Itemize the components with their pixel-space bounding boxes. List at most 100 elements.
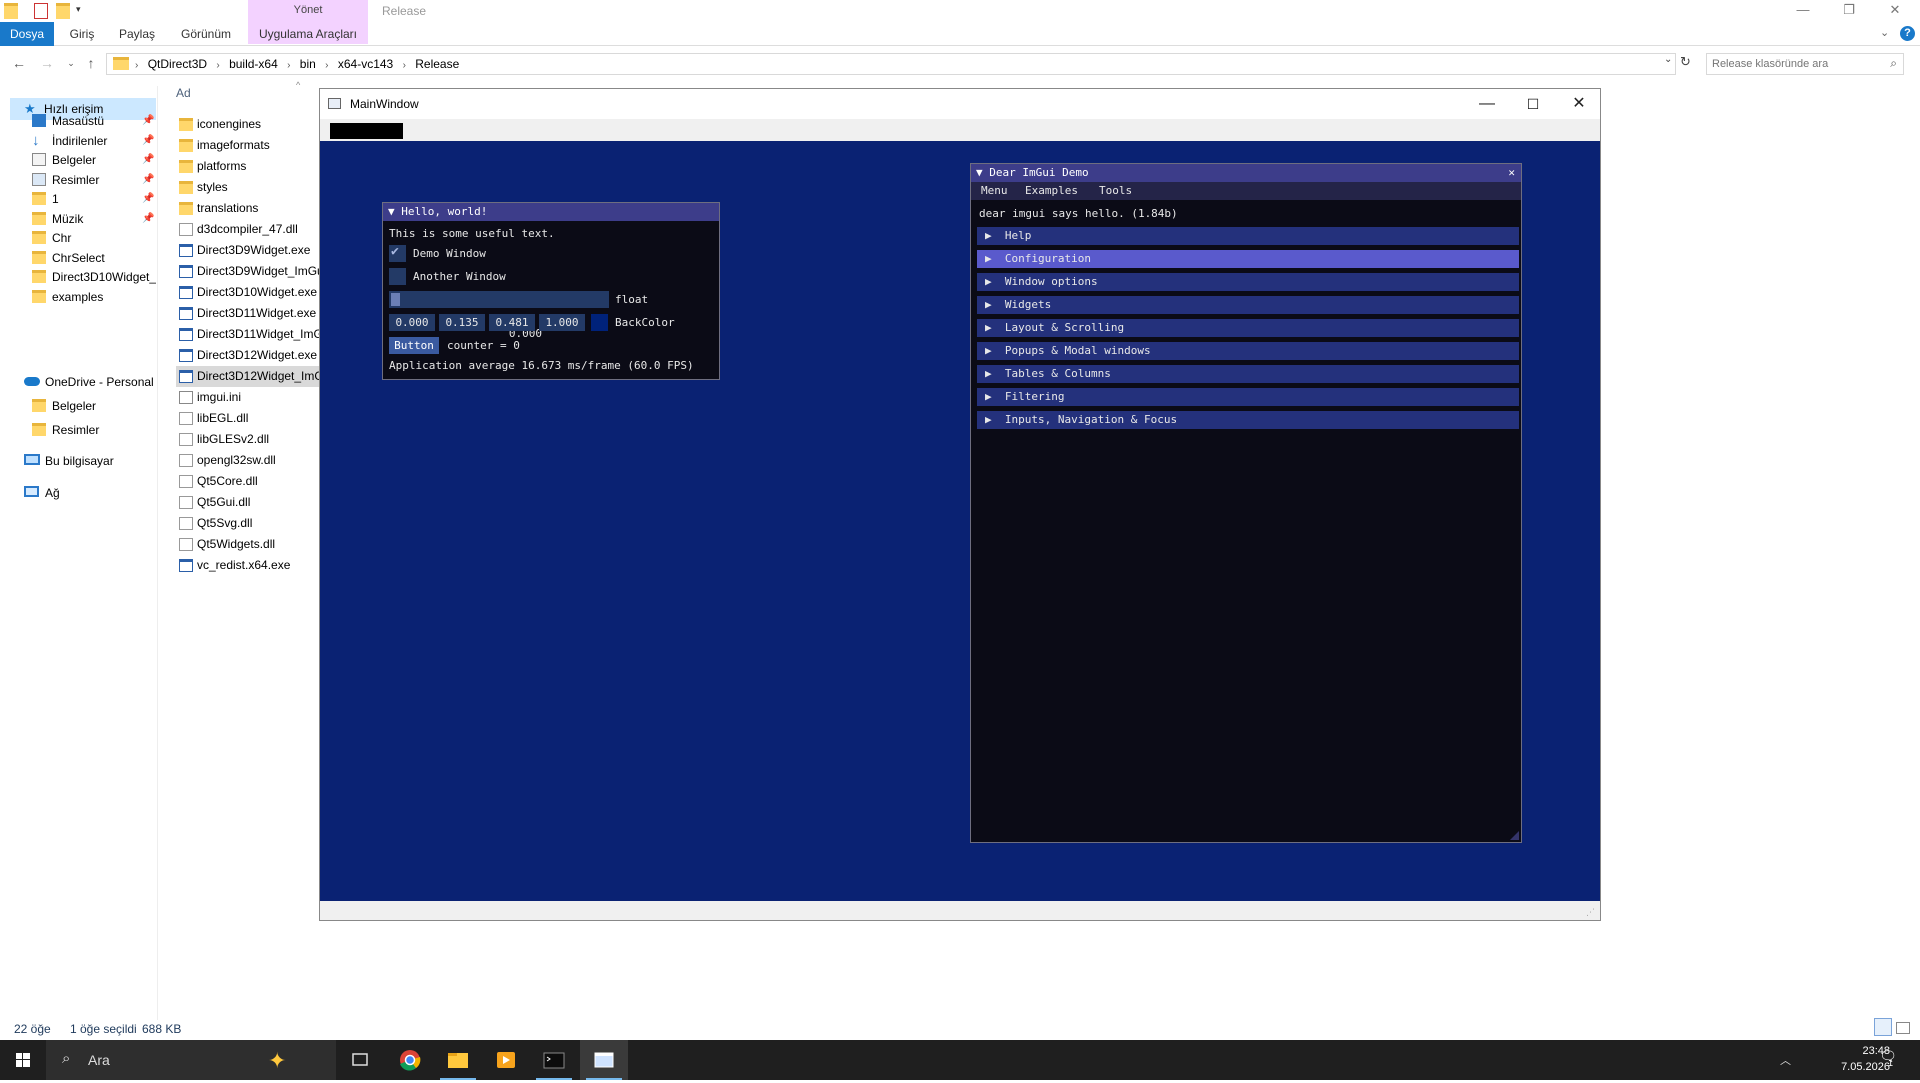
file-row[interactable]: Qt5Gui.dll [176, 492, 326, 513]
tab-app-tools[interactable]: Uygulama Araçları [250, 22, 366, 46]
nav-network[interactable]: Ağ [0, 482, 156, 504]
restore-button[interactable]: ❐ [1826, 0, 1872, 22]
column-header-name[interactable]: Ad [176, 86, 191, 100]
file-row[interactable]: Qt5Core.dll [176, 471, 326, 492]
task-view-button[interactable] [336, 1040, 384, 1080]
hello-window-title[interactable]: ▼ Hello, world! [383, 203, 719, 221]
float-slider[interactable]: 0.000 [389, 291, 609, 340]
nav-item-9[interactable]: examples [0, 286, 156, 308]
notification-center-button[interactable]: 🗨 1 [1876, 1048, 1900, 1072]
file-row[interactable]: Direct3D10Widget.exe [176, 282, 326, 303]
breadcrumb-qtdirect3d[interactable]: QtDirect3D [148, 57, 207, 71]
large-icons-view-icon[interactable] [1896, 1022, 1910, 1034]
another-window-checkbox[interactable] [389, 268, 406, 285]
color-a-input[interactable]: 1.000 [539, 314, 585, 331]
file-row[interactable]: iconengines [176, 114, 326, 135]
menu-tools[interactable]: Tools [1099, 182, 1132, 200]
address-bar[interactable]: › QtDirect3D › build-x64 › bin › x64-vc1… [106, 53, 1676, 75]
ribbon-expand-icon[interactable]: ⌄ [1880, 26, 1889, 39]
file-row[interactable]: libEGL.dll [176, 408, 326, 429]
breadcrumb-bin[interactable]: bin [300, 57, 316, 71]
up-arrow-icon[interactable]: ↑ [82, 54, 100, 72]
toolbar-widget[interactable] [330, 123, 403, 139]
collapsing-header[interactable]: ▶ Configuration [977, 250, 1519, 268]
tray-chevron-up-icon[interactable]: ︿ [1780, 1052, 1791, 1068]
search-input[interactable] [1712, 54, 1882, 74]
file-row[interactable]: Direct3D9Widget.exe [176, 240, 326, 261]
file-row[interactable]: Qt5Svg.dll [176, 513, 326, 534]
details-view-icon[interactable] [1874, 1018, 1892, 1036]
terminal-button[interactable] [530, 1040, 578, 1080]
collapsing-header[interactable]: ▶ Layout & Scrolling [977, 319, 1519, 337]
collapsing-header[interactable]: ▶ Tables & Columns [977, 365, 1519, 383]
taskbar-search[interactable]: ⌕ Ara ✦ [46, 1040, 336, 1080]
main-window-titlebar[interactable]: MainWindow — ☐ ✕ [320, 89, 1600, 119]
imgui-hello-window[interactable]: ▼ Hello, world! This is some useful text… [382, 202, 720, 380]
properties-icon[interactable] [34, 3, 48, 19]
demo-window-title[interactable]: ▼ Dear ImGui Demo [971, 164, 1521, 182]
tab-view[interactable]: Görünüm [174, 22, 238, 46]
demo-window-checkbox[interactable]: ✔ [389, 244, 406, 262]
nav-item-2[interactable]: Belgeler 📌 [0, 149, 156, 171]
file-row[interactable]: imageformats [176, 135, 326, 156]
breadcrumb-release[interactable]: Release [415, 57, 459, 71]
help-icon[interactable]: ? [1900, 26, 1915, 41]
nav-onedrive-documents[interactable]: Belgeler [0, 395, 156, 417]
file-row[interactable]: opengl32sw.dll [176, 450, 326, 471]
slider-grab[interactable] [391, 293, 400, 306]
collapsing-header[interactable]: ▶ Widgets [977, 296, 1519, 314]
nav-item-6[interactable]: Chr [0, 227, 156, 249]
resize-grip-icon[interactable] [1510, 831, 1519, 840]
nav-this-pc[interactable]: Bu bilgisayar [0, 450, 156, 472]
file-row[interactable]: Direct3D12Widget_ImG [176, 366, 326, 387]
color-g-input[interactable]: 0.135 [439, 314, 485, 331]
back-arrow-icon[interactable]: ← [10, 54, 28, 72]
nav-item-4[interactable]: 1 📌 [0, 188, 156, 210]
collapsing-header[interactable]: ▶ Popups & Modal windows [977, 342, 1519, 360]
qat-dropdown-icon[interactable]: ▾ [76, 4, 81, 15]
chrome-button[interactable] [386, 1040, 434, 1080]
demo-close-icon[interactable]: ✕ [1508, 166, 1515, 179]
d3d-render-canvas[interactable]: ▼ Hello, world! This is some useful text… [320, 141, 1600, 901]
size-grip-icon[interactable]: ⋰ [1586, 907, 1595, 918]
tab-share[interactable]: Paylaş [112, 22, 162, 46]
nav-item-0[interactable]: Masaüstü 📌 [0, 110, 156, 132]
file-row[interactable]: translations [176, 198, 326, 219]
address-dropdown-icon[interactable]: ⌄ [1664, 54, 1672, 65]
nav-onedrive-pictures[interactable]: Resimler [0, 419, 156, 441]
file-row[interactable]: styles [176, 177, 326, 198]
mainwindow-app-button[interactable] [580, 1040, 628, 1080]
minimize-button[interactable]: — [1780, 0, 1826, 22]
file-row[interactable]: Direct3D11Widget.exe [176, 303, 326, 324]
collapsing-header[interactable]: ▶ Help [977, 227, 1519, 245]
mw-minimize-button[interactable]: — [1464, 89, 1510, 119]
file-row[interactable]: imgui.ini [176, 387, 326, 408]
menu-examples[interactable]: Examples [1025, 182, 1078, 200]
start-button[interactable] [0, 1040, 46, 1080]
media-player-button[interactable] [482, 1040, 530, 1080]
file-row[interactable]: Direct3D9Widget_ImGu [176, 261, 326, 282]
file-row[interactable]: Qt5Widgets.dll [176, 534, 326, 555]
breadcrumb-build[interactable]: build-x64 [229, 57, 278, 71]
collapsing-header[interactable]: ▶ Inputs, Navigation & Focus [977, 411, 1519, 429]
sort-up-icon[interactable]: ^ [296, 80, 300, 90]
file-row[interactable]: Direct3D12Widget.exe [176, 345, 326, 366]
file-explorer-button[interactable] [434, 1040, 482, 1080]
nav-item-8[interactable]: Direct3D10Widget_I [0, 266, 156, 288]
color-swatch[interactable] [591, 314, 608, 331]
file-row[interactable]: d3dcompiler_47.dll [176, 219, 326, 240]
color-b-input[interactable]: 0.481 [489, 314, 535, 331]
tab-file[interactable]: Dosya [0, 22, 54, 46]
color-r-input[interactable]: 0.000 [389, 314, 435, 331]
tab-home[interactable]: Giriş [60, 22, 104, 46]
close-button[interactable]: ✕ [1872, 0, 1918, 22]
nav-onedrive[interactable]: OneDrive - Personal [0, 371, 156, 393]
imgui-demo-window[interactable]: ▼ Dear ImGui Demo ✕ Menu Examples Tools … [970, 163, 1522, 843]
collapsing-header[interactable]: ▶ Filtering [977, 388, 1519, 406]
menu-menu[interactable]: Menu [981, 182, 1008, 200]
file-row[interactable]: Direct3D11Widget_ImG [176, 324, 326, 345]
collapsing-header[interactable]: ▶ Window options [977, 273, 1519, 291]
new-folder-icon[interactable] [56, 3, 70, 19]
file-row[interactable]: libGLESv2.dll [176, 429, 326, 450]
breadcrumb-vc143[interactable]: x64-vc143 [338, 57, 393, 71]
